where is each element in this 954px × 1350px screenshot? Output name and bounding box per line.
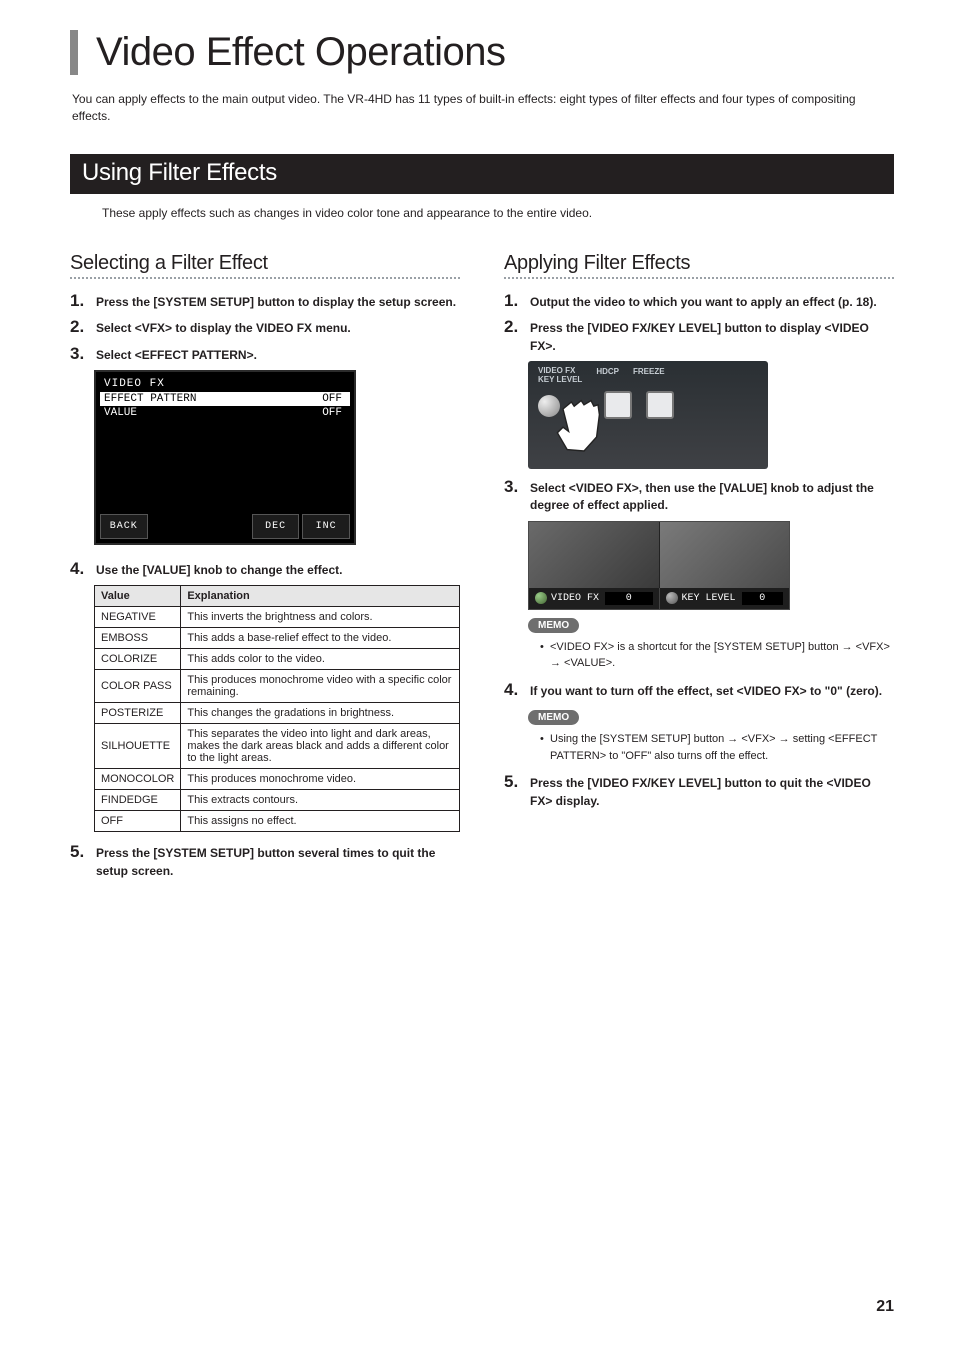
table-row: COLORIZEThis adds color to the video.: [95, 649, 460, 670]
table-cell-value: SILHOUETTE: [95, 724, 181, 769]
step-num: 1.: [504, 291, 522, 311]
display-label: VIDEO FX: [551, 593, 599, 604]
panel-label: FREEZE: [633, 367, 665, 385]
step-text: Select <VFX> to display the VIDEO FX men…: [96, 320, 351, 337]
step-text: Use the [VALUE] knob to change the effec…: [96, 562, 342, 579]
step-text: Output the video to which you want to ap…: [530, 294, 877, 311]
menu-back-button: BACK: [100, 514, 148, 539]
step-text: Select <VIDEO FX>, then use the [VALUE] …: [530, 480, 894, 515]
panel-label: VIDEO FX KEY LEVEL: [538, 367, 582, 385]
table-row: SILHOUETTEThis separates the video into …: [95, 724, 460, 769]
divider: [70, 277, 460, 279]
effects-table: Value Explanation NEGATIVEThis inverts t…: [94, 585, 460, 832]
table-cell-explanation: This inverts the brightness and colors.: [181, 607, 460, 628]
memo-badge: MEMO: [528, 710, 579, 725]
table-cell-explanation: This adds color to the video.: [181, 649, 460, 670]
menu-inc-button: INC: [302, 514, 350, 539]
memo-badge: MEMO: [528, 618, 579, 633]
table-row: NEGATIVEThis inverts the brightness and …: [95, 607, 460, 628]
step-num: 5.: [504, 772, 522, 792]
menu-row-label: EFFECT PATTERN: [104, 393, 196, 405]
hardware-button: [646, 391, 674, 419]
step-num: 5.: [70, 842, 88, 862]
video-fx-menu-screenshot: VIDEO FX EFFECT PATTERN OFF VALUE OFF BACK…: [94, 370, 356, 545]
step-num: 2.: [504, 317, 522, 337]
heading-applying: Applying Filter Effects: [504, 252, 894, 275]
knob-icon: [535, 592, 547, 604]
video-fx-display-screenshot: VIDEO FX 0 KEY LEVEL 0: [528, 521, 790, 610]
memo-text: <VIDEO FX> is a shortcut for the [SYSTEM…: [540, 639, 894, 672]
step-text: If you want to turn off the effect, set …: [530, 683, 882, 700]
step-num: 3.: [504, 477, 522, 497]
hardware-panel-illustration: VIDEO FX KEY LEVEL HDCP FREEZE: [528, 361, 768, 469]
th-value: Value: [95, 586, 181, 607]
menu-title: VIDEO FX: [100, 376, 350, 392]
display-label: KEY LEVEL: [682, 593, 736, 604]
table-cell-explanation: This changes the gradations in brightnes…: [181, 703, 460, 724]
menu-row-value: OFF: [322, 393, 342, 405]
step-num: 4.: [504, 680, 522, 700]
step-text: Press the [SYSTEM SETUP] button several …: [96, 845, 460, 880]
table-row: MONOCOLORThis produces monochrome video.: [95, 769, 460, 790]
hand-pointer-icon: [542, 395, 612, 465]
page-title: Video Effect Operations: [96, 30, 894, 75]
table-cell-value: MONOCOLOR: [95, 769, 181, 790]
using-intro: These apply effects such as changes in v…: [102, 206, 894, 220]
step-text: Press the [VIDEO FX/KEY LEVEL] button to…: [530, 320, 894, 355]
step-text: Press the [VIDEO FX/KEY LEVEL] button to…: [530, 775, 894, 810]
step-num: 3.: [70, 344, 88, 364]
table-cell-explanation: This produces monochrome video with a sp…: [181, 670, 460, 703]
heading-selecting: Selecting a Filter Effect: [70, 252, 460, 275]
table-row: OFFThis assigns no effect.: [95, 811, 460, 832]
table-row: POSTERIZEThis changes the gradations in …: [95, 703, 460, 724]
intro-text: You can apply effects to the main output…: [72, 91, 894, 126]
memo-text: Using the [SYSTEM SETUP] button → <VFX> …: [540, 731, 894, 764]
table-cell-explanation: This assigns no effect.: [181, 811, 460, 832]
table-cell-explanation: This produces monochrome video.: [181, 769, 460, 790]
menu-dec-button: DEC: [252, 514, 300, 539]
table-row: FINDEDGEThis extracts contours.: [95, 790, 460, 811]
table-cell-value: POSTERIZE: [95, 703, 181, 724]
th-explanation: Explanation: [181, 586, 460, 607]
step-text: Press the [SYSTEM SETUP] button to displ…: [96, 294, 456, 311]
step-text: Select <EFFECT PATTERN>.: [96, 347, 257, 364]
table-cell-explanation: This adds a base-relief effect to the vi…: [181, 628, 460, 649]
step-num: 4.: [70, 559, 88, 579]
page-number: 21: [876, 1298, 894, 1316]
table-cell-explanation: This extracts contours.: [181, 790, 460, 811]
divider: [504, 277, 894, 279]
section-bar-using-filter: Using Filter Effects: [70, 154, 894, 194]
table-cell-value: COLOR PASS: [95, 670, 181, 703]
table-cell-value: COLORIZE: [95, 649, 181, 670]
knob-icon: [666, 592, 678, 604]
table-cell-value: EMBOSS: [95, 628, 181, 649]
table-cell-explanation: This separates the video into light and …: [181, 724, 460, 769]
step-num: 2.: [70, 317, 88, 337]
table-row: COLOR PASSThis produces monochrome video…: [95, 670, 460, 703]
table-cell-value: OFF: [95, 811, 181, 832]
table-cell-value: FINDEDGE: [95, 790, 181, 811]
menu-row-label: VALUE: [104, 407, 137, 419]
display-value: 0: [742, 592, 783, 605]
table-row: EMBOSSThis adds a base-relief effect to …: [95, 628, 460, 649]
table-cell-value: NEGATIVE: [95, 607, 181, 628]
menu-row-value: OFF: [322, 407, 342, 419]
display-value: 0: [605, 592, 652, 605]
step-num: 1.: [70, 291, 88, 311]
panel-label: HDCP: [596, 367, 619, 385]
